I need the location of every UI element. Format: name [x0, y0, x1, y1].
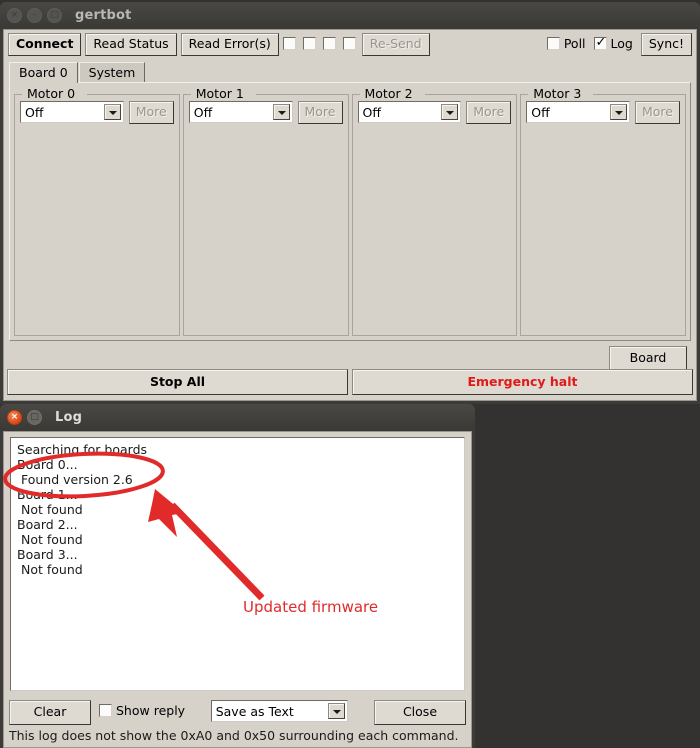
save-format-select[interactable]: Save as Text [210, 700, 349, 722]
motor-3-title: Motor 3 [530, 86, 585, 101]
log-line: Board 0... [17, 457, 78, 472]
close-button[interactable]: Close [373, 700, 466, 725]
gertbot-client-area: Connect Read Status Read Error(s) Re-Sen… [3, 29, 697, 401]
motor-3-more-button[interactable]: More [635, 101, 680, 124]
tab-system[interactable]: System [78, 62, 146, 83]
log-line: Board 1... [17, 487, 78, 502]
resend-checkbox-0[interactable] [282, 37, 296, 50]
log-window: × □ Log Searching for boards Board 0... … [0, 404, 475, 748]
maximize-glyph: □ [50, 10, 59, 20]
board-button-row: Board [487, 346, 687, 371]
motor-0-more-button[interactable]: More [128, 101, 174, 124]
log-line: Not found [17, 502, 83, 517]
action-bar: Stop All Emergency halt [7, 369, 693, 395]
tab-strip: Board 0 System [9, 62, 691, 83]
log-line: Found version 2.6 [17, 472, 133, 487]
motor-3-mode-select[interactable]: Off [526, 101, 630, 123]
toolbar: Connect Read Status Read Error(s) Re-Sen… [4, 30, 696, 61]
motor-2-more-button[interactable]: More [466, 101, 512, 124]
close-glyph: × [10, 10, 19, 20]
motor-1-title: Motor 1 [192, 86, 247, 101]
motor-panels: Motor 0 Off More Motor 1 Off More Motor … [14, 86, 686, 336]
log-window-title: Log [55, 410, 83, 425]
motor-3-group: Motor 3 Off More [520, 86, 686, 336]
tab-board-0[interactable]: Board 0 [9, 62, 78, 83]
close-icon[interactable]: × [7, 8, 22, 23]
chevron-down-icon[interactable] [103, 104, 121, 120]
motor-2-mode-value: Off [362, 104, 381, 120]
motor-1-more-button[interactable]: More [297, 101, 343, 124]
clear-button[interactable]: Clear [9, 700, 91, 725]
motor-0-mode-select[interactable]: Off [20, 101, 124, 123]
check-icon: ✓ [595, 35, 607, 50]
close-icon[interactable]: × [7, 410, 22, 425]
log-line: Board 3... [17, 547, 78, 562]
show-reply-label: Show reply [116, 703, 186, 718]
resend-checkbox-3[interactable] [342, 37, 356, 50]
read-status-button[interactable]: Read Status [85, 33, 177, 56]
minimize-icon[interactable]: – [27, 8, 42, 23]
maximize-icon[interactable]: □ [47, 8, 62, 23]
poll-checkbox[interactable] [546, 37, 560, 50]
window-title: gertbot [75, 8, 132, 23]
minimize-glyph: – [32, 10, 37, 20]
board-0-tab-page: Motor 0 Off More Motor 1 Off More Motor … [9, 82, 691, 341]
chevron-down-icon[interactable] [328, 703, 346, 719]
close-glyph: × [10, 412, 19, 422]
log-checkbox-group[interactable]: ✓ Log [593, 33, 633, 51]
motor-0-title: Motor 0 [24, 86, 79, 101]
log-checkbox[interactable]: ✓ [593, 35, 607, 50]
resend-checkbox-1[interactable] [302, 37, 316, 50]
log-label: Log [610, 36, 633, 51]
show-reply-checkbox-group[interactable]: Show reply [99, 700, 185, 718]
motor-1-mode-value: Off [193, 104, 213, 120]
board-button[interactable]: Board [609, 346, 687, 371]
log-line: Board 2... [17, 517, 78, 532]
motor-1-group: Motor 1 Off More [182, 86, 349, 336]
sync-button[interactable]: Sync! [640, 33, 692, 56]
stop-all-button[interactable]: Stop All [7, 369, 348, 395]
log-footer-note: This log does not show the 0xA0 and 0x50… [9, 728, 459, 743]
log-line: Not found [17, 562, 83, 577]
chevron-down-icon[interactable] [441, 104, 459, 120]
log-line: Searching for boards [17, 442, 148, 457]
log-client-area: Searching for boards Board 0... Found ve… [3, 431, 472, 748]
motor-2-title: Motor 2 [361, 86, 416, 101]
motor-2-group: Motor 2 Off More [351, 86, 518, 336]
motor-2-mode-select[interactable]: Off [357, 101, 462, 123]
chevron-down-icon[interactable] [272, 104, 290, 120]
desktop: × – □ gertbot Connect Read Status Read E… [0, 0, 700, 748]
maximize-glyph: □ [30, 412, 39, 422]
poll-label: Poll [563, 36, 586, 51]
log-line: Not found [17, 532, 83, 547]
maximize-icon[interactable]: □ [27, 410, 42, 425]
show-reply-checkbox[interactable] [99, 704, 112, 717]
save-format-value: Save as Text [215, 703, 294, 719]
chevron-down-icon[interactable] [610, 104, 627, 120]
motor-0-group: Motor 0 Off More [14, 86, 180, 336]
connect-button[interactable]: Connect [8, 33, 82, 56]
gertbot-titlebar[interactable]: × – □ gertbot [0, 2, 700, 29]
gertbot-window: × – □ gertbot Connect Read Status Read E… [0, 2, 700, 404]
motor-0-mode-value: Off [25, 104, 44, 120]
resend-button[interactable]: Re-Send [361, 33, 430, 56]
log-action-bar: Clear Show reply Save as Text Close [9, 700, 466, 725]
emergency-halt-button[interactable]: Emergency halt [352, 369, 693, 395]
resend-checkbox-2[interactable] [322, 37, 336, 50]
motor-1-mode-select[interactable]: Off [188, 101, 293, 123]
poll-checkbox-group[interactable]: Poll [546, 33, 586, 51]
annotation-label: Updated firmware [243, 598, 379, 616]
log-titlebar[interactable]: × □ Log [0, 404, 475, 431]
motor-3-mode-value: Off [531, 104, 550, 120]
read-errors-button[interactable]: Read Error(s) [180, 33, 279, 56]
log-textarea[interactable]: Searching for boards Board 0... Found ve… [10, 437, 465, 691]
